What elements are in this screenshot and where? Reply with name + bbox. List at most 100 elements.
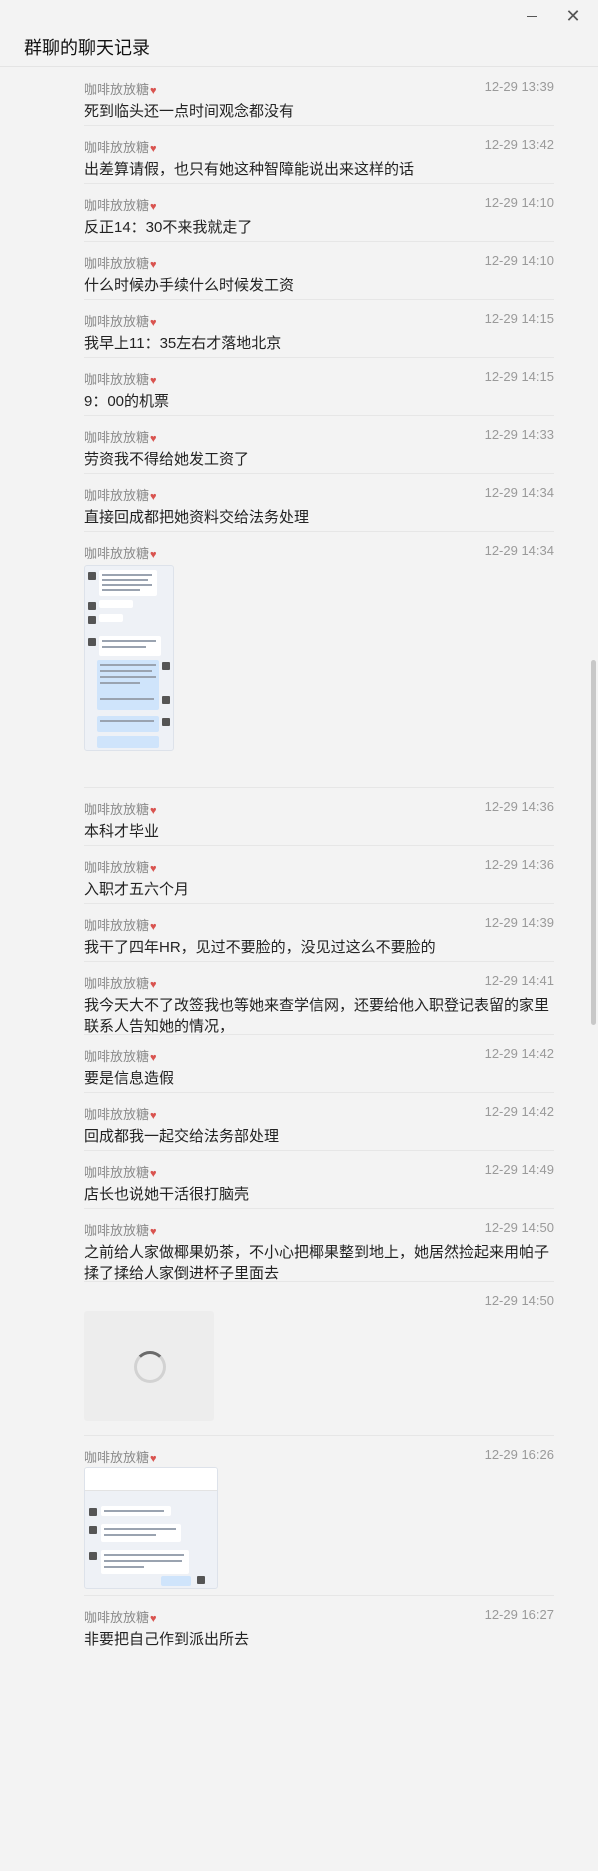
- heart-icon: ♥: [150, 85, 157, 97]
- chat-screenshot-image[interactable]: [84, 565, 174, 751]
- loading-spinner-icon: [134, 1351, 166, 1383]
- image-line: [100, 682, 140, 684]
- message-text: 回成都我一起交给法务部处理: [84, 1128, 280, 1145]
- sender-name[interactable]: 咖啡放放糖♥: [84, 799, 157, 818]
- sender-name[interactable]: 咖啡放放糖♥: [84, 253, 157, 272]
- message-text: 之前给人家做椰果奶茶，不小心把椰果整到地上，她居然捡起来用帕子揉了揉给人家倒进杯…: [84, 1244, 550, 1282]
- heart-icon: ♥: [150, 1453, 157, 1465]
- image-line: [100, 670, 152, 672]
- sender-name[interactable]: 咖啡放放糖♥: [84, 427, 157, 446]
- loading-image[interactable]: [84, 1311, 214, 1421]
- separator: [84, 787, 554, 788]
- sender-name[interactable]: 咖啡放放糖♥: [84, 1046, 157, 1065]
- heart-icon: ♥: [150, 375, 157, 387]
- sender-name[interactable]: 咖啡放放糖♥: [84, 1607, 157, 1626]
- image-line: [104, 1560, 182, 1562]
- heart-icon: ♥: [150, 259, 157, 271]
- avatar: [89, 1508, 97, 1516]
- image-line: [102, 646, 146, 648]
- close-icon[interactable]: ✕: [563, 6, 583, 26]
- image-bubble: [99, 614, 123, 622]
- image-bubble: [97, 694, 159, 710]
- separator: [84, 415, 554, 416]
- message-text: 死到临头还一点时间观念都没有: [84, 103, 295, 120]
- heart-icon: ♥: [150, 1052, 157, 1064]
- message-time: 12-29 14:34: [484, 543, 554, 558]
- title-bar: 群聊的聊天记录 ✕: [0, 0, 598, 67]
- message-text: 9：00的机票: [84, 393, 170, 410]
- separator: [84, 1281, 554, 1282]
- message-text: 我干了四年HR，见过不要脸的，没见过这么不要脸的: [84, 939, 436, 956]
- sender-name[interactable]: 咖啡放放糖♥: [84, 137, 157, 156]
- sender-name[interactable]: 咖啡放放糖♥: [84, 311, 157, 330]
- avatar: [162, 718, 170, 726]
- heart-icon: ♥: [150, 805, 157, 817]
- image-line: [100, 720, 154, 722]
- separator: [84, 531, 554, 532]
- image-line: [102, 640, 156, 642]
- message-time: 12-29 14:50: [484, 1293, 554, 1308]
- sender-name[interactable]: 咖啡放放糖♥: [84, 79, 157, 98]
- image-bubble: [97, 716, 159, 732]
- image-header: [85, 1468, 217, 1491]
- sender-name[interactable]: 咖啡放放糖♥: [84, 973, 157, 992]
- minimize-icon[interactable]: [524, 10, 540, 24]
- heart-icon: ♥: [150, 1168, 157, 1180]
- image-bubble: [99, 600, 133, 608]
- heart-icon: ♥: [150, 491, 157, 503]
- avatar: [88, 616, 96, 624]
- sender-name[interactable]: 咖啡放放糖♥: [84, 369, 157, 388]
- message-time: 12-29 14:50: [484, 1220, 554, 1235]
- heart-icon: ♥: [150, 1613, 157, 1625]
- separator: [84, 845, 554, 846]
- message-time: 12-29 14:10: [484, 195, 554, 210]
- separator: [84, 125, 554, 126]
- heart-icon: ♥: [150, 979, 157, 991]
- avatar: [88, 602, 96, 610]
- avatar: [162, 696, 170, 704]
- sender-name[interactable]: 咖啡放放糖♥: [84, 195, 157, 214]
- message-text: 入职才五六个月: [84, 881, 190, 898]
- sender-name[interactable]: 咖啡放放糖♥: [84, 915, 157, 934]
- image-line: [100, 664, 156, 666]
- message-text: 出差算请假，也只有她这种智障能说出来这样的话: [84, 161, 415, 178]
- message-text: 什么时候办手续什么时候发工资: [84, 277, 295, 294]
- image-line: [102, 574, 152, 576]
- image-line: [104, 1534, 156, 1536]
- sender-name[interactable]: 咖啡放放糖♥: [84, 857, 157, 876]
- message-time: 12-29 14:15: [484, 369, 554, 384]
- message-time: 12-29 14:36: [484, 857, 554, 872]
- message-list[interactable]: 咖啡放放糖♥ 12-29 13:39 死到临头还一点时间观念都没有 咖啡放放糖♥…: [0, 67, 588, 1871]
- chat-screenshot-image[interactable]: [84, 1467, 218, 1589]
- heart-icon: ♥: [150, 433, 157, 445]
- message-time: 12-29 13:42: [484, 137, 554, 152]
- image-line: [104, 1528, 176, 1530]
- message-time: 12-29 13:39: [484, 79, 554, 94]
- message-text: 直接回成都把她资料交给法务处理: [84, 509, 310, 526]
- heart-icon: ♥: [150, 549, 157, 561]
- scrollbar[interactable]: [591, 660, 596, 1025]
- message-time: 12-29 14:42: [484, 1046, 554, 1061]
- sender-name[interactable]: 咖啡放放糖♥: [84, 1104, 157, 1123]
- sender-name[interactable]: 咖啡放放糖♥: [84, 1162, 157, 1181]
- avatar: [162, 662, 170, 670]
- heart-icon: ♥: [150, 921, 157, 933]
- message-time: 12-29 16:26: [484, 1447, 554, 1462]
- separator: [84, 1034, 554, 1035]
- separator: [84, 903, 554, 904]
- sender-name[interactable]: 咖啡放放糖♥: [84, 1447, 157, 1466]
- message-time: 12-29 14:39: [484, 915, 554, 930]
- sender-name[interactable]: 咖啡放放糖♥: [84, 543, 157, 562]
- heart-icon: ♥: [150, 1226, 157, 1238]
- separator: [84, 1092, 554, 1093]
- message-time: 12-29 14:42: [484, 1104, 554, 1119]
- message-text: 店长也说她干活很打脑壳: [84, 1186, 250, 1203]
- image-line: [104, 1554, 184, 1556]
- avatar: [197, 1576, 205, 1584]
- separator: [84, 473, 554, 474]
- sender-name[interactable]: 咖啡放放糖♥: [84, 485, 157, 504]
- message-text: 要是信息造假: [84, 1070, 175, 1087]
- image-line: [102, 584, 152, 586]
- sender-name[interactable]: 咖啡放放糖♥: [84, 1220, 157, 1239]
- separator: [84, 1435, 554, 1436]
